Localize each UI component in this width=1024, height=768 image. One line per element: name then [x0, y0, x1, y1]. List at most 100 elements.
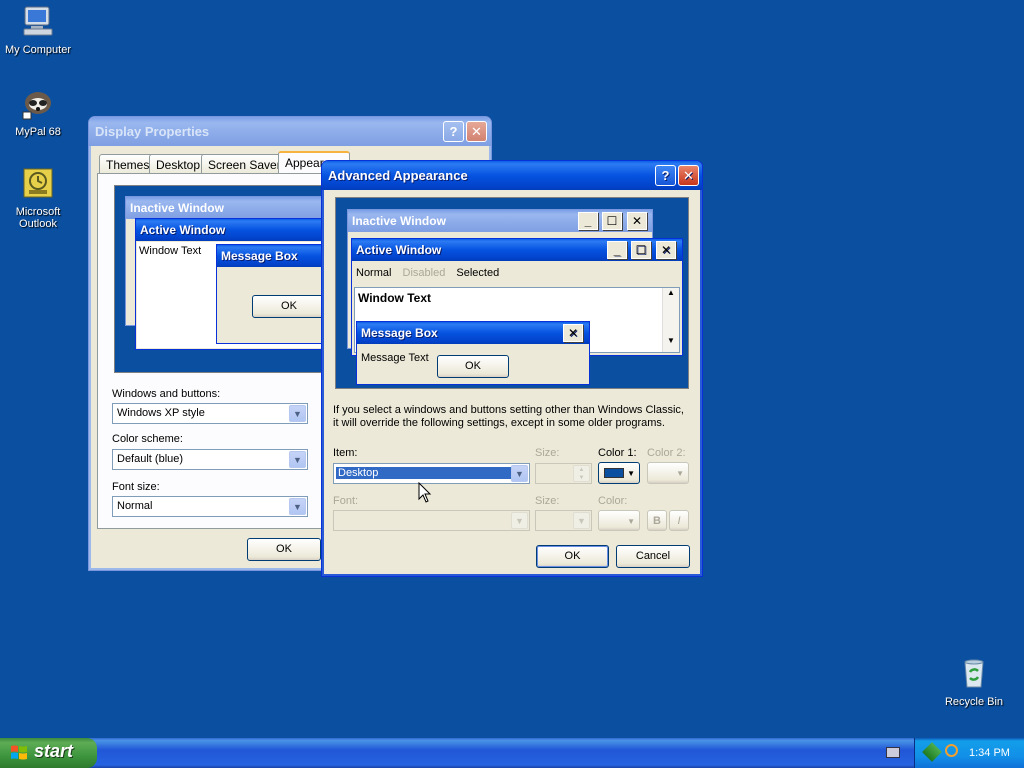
color1-label: Color 1: [598, 447, 637, 459]
desktop-icon-outlook[interactable]: Microsoft Outlook [0, 166, 76, 230]
desktop-icon-recycle-bin[interactable]: Recycle Bin [936, 656, 1012, 708]
network-icon[interactable] [922, 742, 942, 762]
minimize-icon: _ [578, 212, 598, 230]
color-scheme-select[interactable]: Default (blue) ▼ [112, 449, 308, 470]
color2-label: Color 2: [647, 447, 686, 459]
advanced-appearance-titlebar[interactable]: Advanced Appearance ? ✕ [322, 161, 702, 190]
chevron-down-icon[interactable]: ▼ [573, 512, 590, 529]
italic-button[interactable]: I [669, 510, 689, 531]
desktop-icon-my-computer[interactable]: My Computer [0, 4, 76, 56]
font-size-label: Font size: [112, 481, 160, 493]
chevron-down-icon[interactable]: ▼ [289, 498, 306, 515]
item-value: Desktop [336, 467, 511, 479]
font-color-label: Color: [598, 495, 628, 507]
display-ok-button[interactable]: OK [247, 538, 321, 561]
color-scheme-label: Color scheme: [112, 433, 183, 445]
preview-ok-button: OK [252, 295, 326, 318]
item-size-label: Size: [535, 447, 560, 459]
menu-disabled: Disabled [402, 267, 446, 279]
color1-picker[interactable]: ▼ [598, 462, 640, 484]
desktop-icon-label: Recycle Bin [944, 696, 1004, 708]
color-scheme-value: Default (blue) [117, 453, 184, 465]
font-color-picker[interactable]: ▼ [598, 510, 640, 531]
adv-preview-inactive-title: Inactive Window _ ☐ ✕ [348, 210, 652, 232]
close-icon: ✕ [563, 324, 583, 342]
windows-buttons-value: Windows XP style [117, 407, 205, 419]
font-select[interactable]: ▼ [333, 510, 530, 531]
outlook-icon [23, 168, 53, 198]
chevron-down-icon: ▼ [627, 517, 635, 526]
font-size-value: Normal [117, 500, 153, 512]
display-properties-titlebar[interactable]: Display Properties ? ✕ [89, 117, 491, 146]
item-select[interactable]: Desktop ▼ [333, 463, 530, 484]
spinner-icon[interactable]: ▲ ▼ [573, 465, 590, 482]
computer-icon [23, 6, 53, 36]
taskbar: start 1:34 PM [0, 738, 1024, 768]
desktop-icon-label: MyPal 68 [15, 126, 61, 138]
windows-logo-icon [11, 745, 27, 760]
font-size-label: Size: [535, 495, 560, 507]
advanced-cancel-button[interactable]: Cancel [616, 545, 690, 568]
close-button[interactable]: ✕ [466, 121, 487, 142]
adv-preview-ok-button: OK [437, 355, 509, 378]
override-notice: If you select a windows and buttons sett… [333, 404, 684, 429]
chevron-down-icon: ▼ [627, 469, 635, 478]
font-label: Font: [333, 495, 359, 507]
adv-preview-active-title: Active Window _ ☐ ✕ [352, 239, 682, 261]
preview-inactive-title: Inactive Window [126, 197, 324, 219]
item-size-spinner[interactable]: ▲ ▼ [535, 463, 592, 484]
desktop-icon-mypal[interactable]: MyPal 68 [0, 86, 76, 138]
chevron-down-icon: ▼ [676, 469, 684, 478]
tab-themes[interactable]: Themes [99, 154, 157, 174]
adv-preview-message-title-text: Message Box [361, 326, 438, 340]
desktop-icon-label: Microsoft Outlook [15, 206, 61, 230]
preview-message-title: Message Box [217, 245, 335, 267]
appearance-preview: Inactive Window Active Window Window Tex… [114, 185, 344, 373]
recycle-bin-icon [964, 659, 984, 688]
chevron-down-icon[interactable]: ▼ [289, 451, 306, 468]
window-title: Advanced Appearance [328, 168, 468, 183]
chevron-down-icon[interactable]: ▼ [289, 405, 306, 422]
system-tray: 1:34 PM [914, 738, 1024, 768]
chevron-down-icon[interactable]: ▼ [511, 512, 528, 529]
advanced-ok-button[interactable]: OK [536, 545, 609, 568]
minimize-icon: _ [607, 241, 627, 259]
color1-swatch [604, 468, 624, 478]
mypal-icon [22, 92, 51, 120]
font-size-select[interactable]: Normal ▼ [112, 496, 308, 517]
color2-picker[interactable]: ▼ [647, 462, 689, 484]
search-icon[interactable] [945, 744, 958, 757]
mouse-cursor-icon [418, 482, 432, 503]
tab-desktop[interactable]: Desktop [149, 154, 208, 174]
help-button[interactable]: ? [655, 165, 676, 186]
adv-preview-message-title: Message Box ✕ [357, 322, 589, 344]
adv-preview-message-text: Message Text [361, 352, 429, 364]
close-button[interactable]: ✕ [678, 165, 699, 186]
preview-message-box: Message Box OK [216, 244, 336, 344]
start-label: start [34, 741, 74, 761]
adv-preview-active-title-text: Active Window [356, 243, 442, 257]
windows-buttons-label: Windows and buttons: [112, 388, 221, 400]
preview-active-title: Active Window [136, 219, 334, 241]
maximize-icon: ☐ [631, 241, 651, 259]
clock[interactable]: 1:34 PM [969, 747, 1010, 759]
menu-normal: Normal [356, 267, 392, 279]
scroll-up-icon: ▲ [667, 288, 675, 297]
windows-buttons-select[interactable]: Windows XP style ▼ [112, 403, 308, 424]
tab-screen-saver[interactable]: Screen Saver [201, 154, 288, 174]
start-button[interactable]: start [0, 738, 97, 768]
adv-preview-scrollbar: ▲ ▼ [662, 288, 679, 352]
chevron-down-icon[interactable]: ▼ [511, 465, 528, 482]
keyboard-icon[interactable] [886, 747, 900, 758]
bold-button[interactable]: B [647, 510, 667, 531]
scroll-down-icon: ▼ [667, 336, 675, 345]
window-title: Display Properties [95, 124, 210, 139]
adv-preview-message-box: Message Box ✕ Message Text OK [356, 321, 590, 385]
font-size-select[interactable]: ▼ [535, 510, 592, 531]
close-icon: ✕ [656, 241, 676, 259]
help-button[interactable]: ? [443, 121, 464, 142]
item-label: Item: [333, 447, 358, 459]
close-icon: ✕ [627, 212, 647, 230]
desktop-icon-label: My Computer [4, 44, 72, 56]
maximize-icon: ☐ [602, 212, 622, 230]
